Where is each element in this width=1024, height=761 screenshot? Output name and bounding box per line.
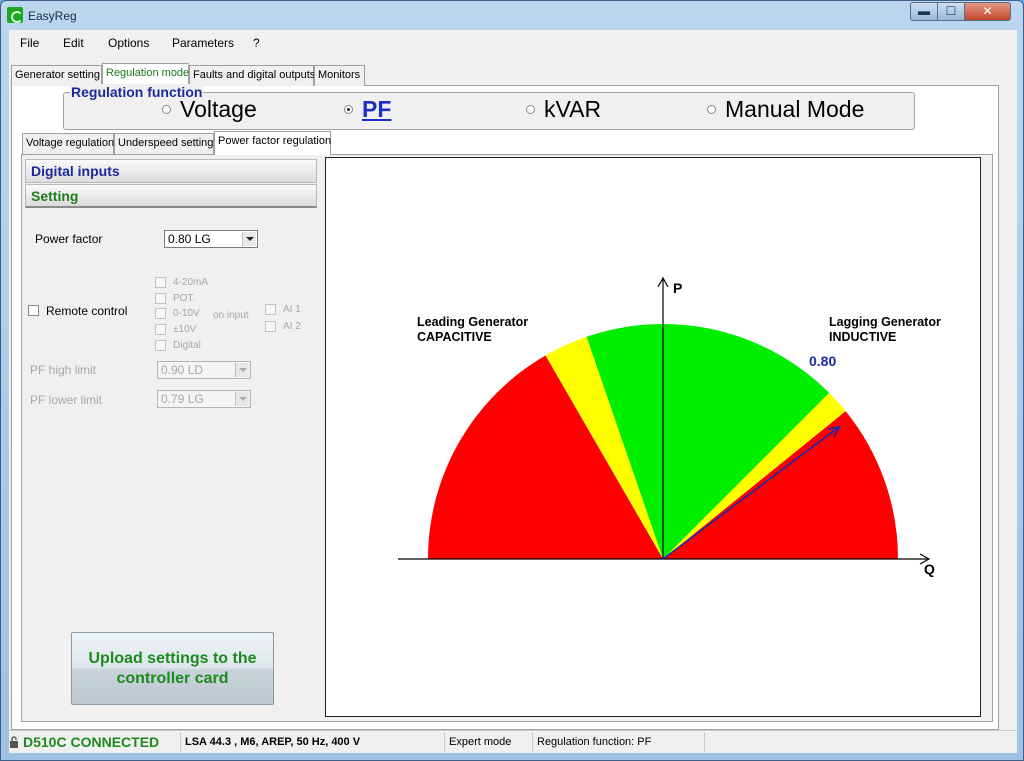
menu-bar: File Edit Options Parameters ? bbox=[9, 30, 1017, 56]
label-kvar[interactable]: kVAR bbox=[544, 96, 601, 123]
tab-generator-setting[interactable]: Generator setting bbox=[11, 65, 102, 86]
input-pm10v-label: ±10V bbox=[173, 324, 197, 335]
menu-options[interactable]: Options bbox=[108, 36, 149, 50]
pf-high-limit-value: 0.90 LD bbox=[161, 363, 204, 377]
radio-pf[interactable] bbox=[344, 105, 353, 114]
maximize-button[interactable]: ☐ bbox=[937, 2, 965, 21]
menu-help[interactable]: ? bbox=[253, 36, 260, 50]
radio-kvar[interactable] bbox=[526, 105, 535, 114]
chevron-down-icon bbox=[235, 392, 249, 406]
tab-power-factor-regulation[interactable]: Power factor regulation bbox=[214, 131, 331, 155]
lagging-generator-label: Lagging Generator bbox=[829, 315, 941, 329]
upload-settings-label: Upload settings to the controller card bbox=[88, 649, 257, 687]
client-area: File Edit Options Parameters ? Generator… bbox=[9, 30, 1017, 753]
pf-high-limit-label: PF high limit bbox=[30, 363, 97, 377]
p-axis-label: P bbox=[673, 280, 682, 296]
ai1-label: AI 1 bbox=[283, 304, 301, 315]
label-manual-mode[interactable]: Manual Mode bbox=[725, 96, 864, 123]
radio-manual-mode[interactable] bbox=[707, 105, 716, 114]
upload-settings-button[interactable]: Upload settings to the controller card bbox=[71, 632, 274, 705]
chevron-down-icon bbox=[242, 232, 256, 246]
tab-faults-digital-outputs[interactable]: Faults and digital outputs bbox=[189, 65, 315, 86]
digital-inputs-header[interactable]: Digital inputs bbox=[25, 159, 317, 183]
on-input-label: on input bbox=[213, 310, 249, 321]
capacitive-label: CAPACITIVE bbox=[417, 330, 492, 344]
title-bar: EasyReg ▬ ☐ ✕ bbox=[1, 1, 1023, 30]
window-title: EasyReg bbox=[28, 9, 77, 23]
pf-lower-limit-label: PF lower limit bbox=[30, 393, 103, 407]
input-pot-label: POT. bbox=[173, 293, 196, 304]
power-factor-label: Power factor bbox=[35, 232, 103, 246]
setting-header[interactable]: Setting bbox=[25, 184, 317, 208]
pf-lower-limit-select[interactable]: 0.79 LG bbox=[157, 390, 251, 408]
tab-underspeed-setting[interactable]: Underspeed setting bbox=[114, 133, 214, 154]
chevron-down-icon bbox=[235, 363, 249, 377]
pf-lower-limit-value: 0.79 LG bbox=[161, 392, 204, 406]
inductive-label: INDUCTIVE bbox=[829, 330, 896, 344]
machine-info: LSA 44.3 , M6, AREP, 50 Hz, 400 V bbox=[181, 733, 445, 752]
tab-monitors[interactable]: Monitors bbox=[314, 65, 365, 86]
power-factor-value: 0.80 LG bbox=[168, 232, 211, 246]
connection-status: D510C CONNECTED bbox=[19, 733, 181, 752]
close-button[interactable]: ✕ bbox=[964, 2, 1011, 21]
label-pf[interactable]: PF bbox=[362, 96, 391, 123]
remote-control-checkbox[interactable] bbox=[28, 305, 39, 316]
q-axis-label: Q bbox=[924, 561, 935, 577]
app-window: EasyReg ▬ ☐ ✕ File Edit Options Paramete… bbox=[0, 0, 1024, 761]
ai2-checkbox[interactable] bbox=[265, 321, 276, 332]
leading-generator-label: Leading Generator bbox=[417, 315, 528, 329]
lock-icon bbox=[10, 736, 18, 748]
input-4-20ma-label: 4-20mA bbox=[173, 277, 209, 288]
label-voltage[interactable]: Voltage bbox=[180, 96, 257, 123]
input-digital-checkbox[interactable] bbox=[155, 340, 166, 351]
app-logo-icon bbox=[7, 7, 23, 23]
regulation-status: Regulation function: PF bbox=[533, 733, 705, 752]
menu-edit[interactable]: Edit bbox=[63, 36, 84, 50]
minimize-button[interactable]: ▬ bbox=[910, 2, 938, 21]
input-pm10v-checkbox[interactable] bbox=[155, 324, 166, 335]
input-digital-label: Digital bbox=[173, 340, 201, 351]
status-bar: D510C CONNECTED LSA 44.3 , M6, AREP, 50 … bbox=[9, 730, 1017, 753]
pf-diagram: P Q Leading Generator CAPACITIVE Lagging Gen… bbox=[325, 157, 981, 717]
input-4-20ma-checkbox[interactable] bbox=[155, 277, 166, 288]
mode-status: Expert mode bbox=[445, 733, 533, 752]
input-0-10v-checkbox[interactable] bbox=[155, 308, 166, 319]
ai1-checkbox[interactable] bbox=[265, 304, 276, 315]
input-pot-checkbox[interactable] bbox=[155, 293, 166, 304]
input-0-10v-label: 0-10V bbox=[173, 308, 200, 319]
power-factor-select[interactable]: 0.80 LG bbox=[164, 230, 258, 248]
remote-control-label: Remote control bbox=[46, 304, 128, 318]
menu-parameters[interactable]: Parameters bbox=[172, 36, 234, 50]
pf-diagram-svg: P Q Leading GeneratorCAPACITIVE Lagging Gen… bbox=[398, 276, 941, 577]
pf-value-label: 0.80 bbox=[809, 353, 836, 369]
menu-file[interactable]: File bbox=[20, 36, 39, 50]
tab-voltage-regulation[interactable]: Voltage regulation bbox=[22, 133, 114, 154]
pf-high-limit-select[interactable]: 0.90 LD bbox=[157, 361, 251, 379]
radio-voltage[interactable] bbox=[162, 105, 171, 114]
ai2-label: AI 2 bbox=[283, 321, 301, 332]
